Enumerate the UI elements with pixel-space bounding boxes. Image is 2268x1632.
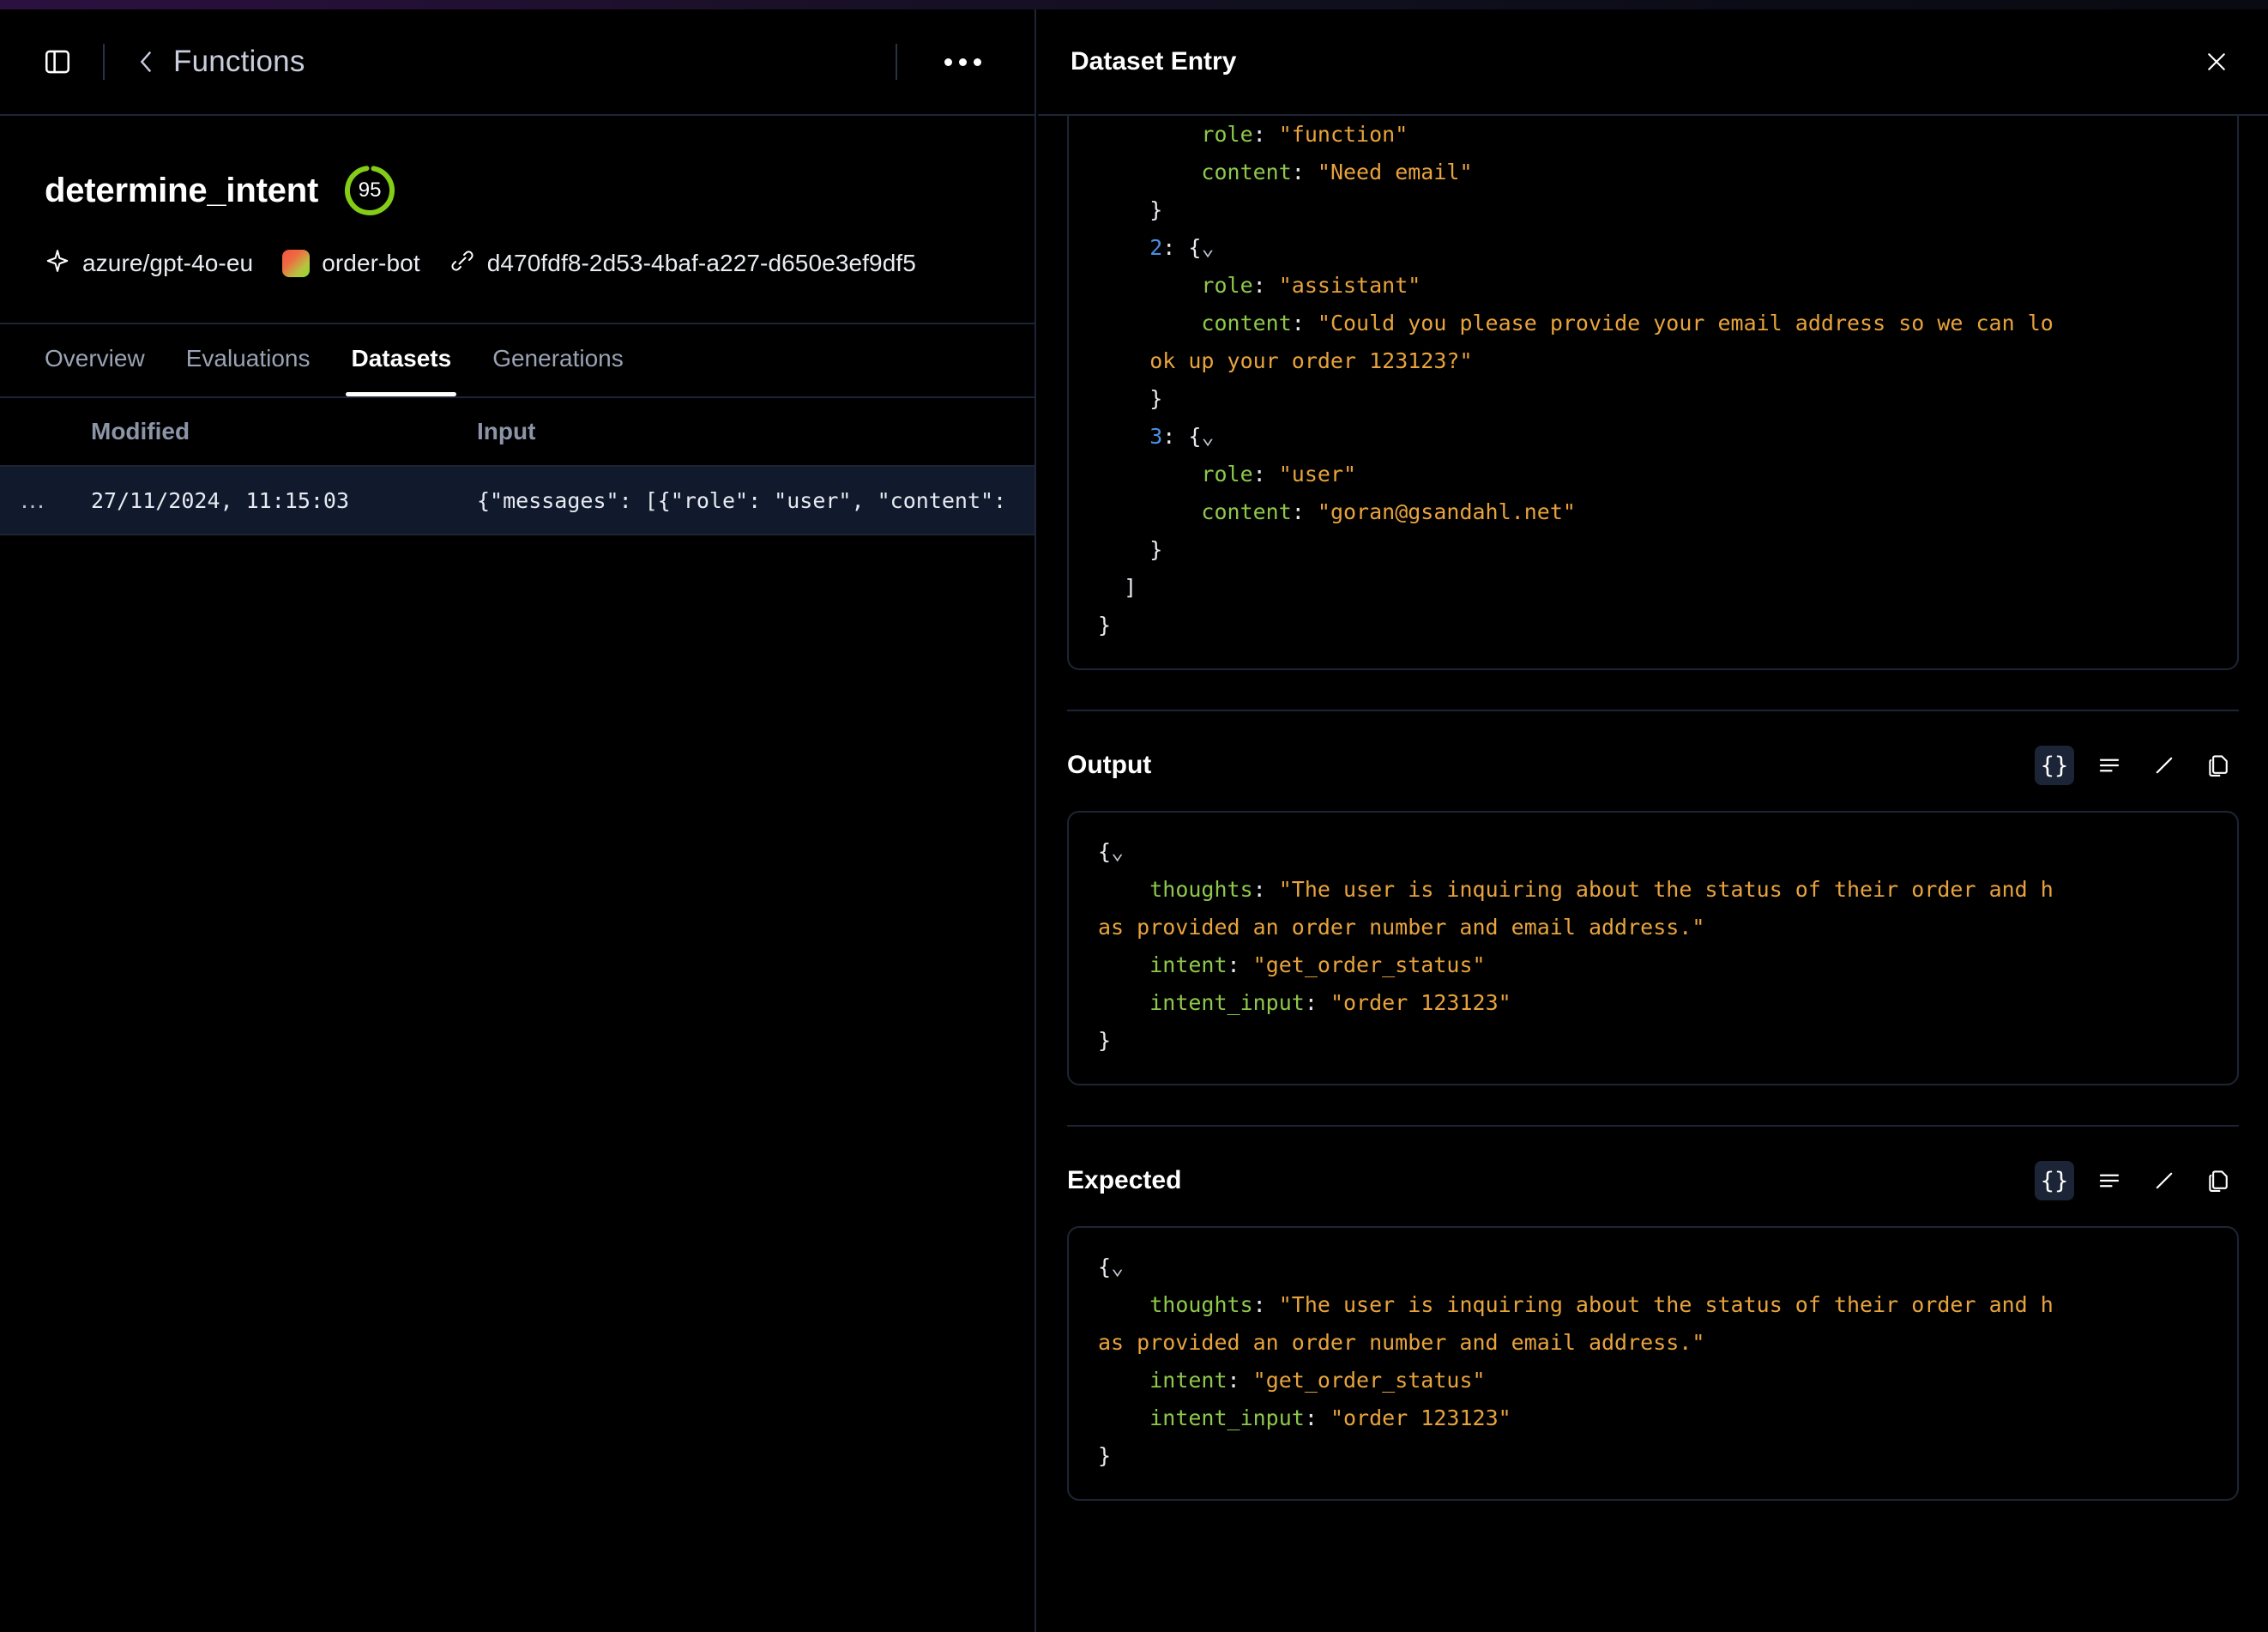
code-line: }	[1149, 197, 1163, 222]
expected-section-header: Expected {}	[1067, 1161, 2239, 1226]
expected-section: Expected {} {⌄ thoughts: "The user is in…	[1067, 1127, 2239, 1501]
dataset-entry-panel: Dataset Entry role: "function" content: …	[1038, 9, 2268, 1632]
code-line: thoughts: "The user is inquiring about t…	[1149, 1292, 2054, 1317]
toolbar-right-group	[896, 40, 1034, 83]
function-title-row: determine_intent 95	[45, 164, 1034, 217]
text-view-icon[interactable]	[2090, 746, 2129, 785]
code-line: content: "Could you please provide your …	[1201, 311, 2054, 335]
tab-datasets[interactable]: Datasets	[346, 345, 456, 396]
json-view-icon[interactable]: {}	[2035, 746, 2074, 785]
code-line: }	[1098, 1443, 1112, 1468]
cell-modified: 27/11/2024, 11:15:03	[91, 487, 350, 513]
code-line: intent_input: "order 123123"	[1149, 990, 1511, 1015]
output-code-block[interactable]: {⌄ thoughts: "The user is inquiring abou…	[1067, 811, 2239, 1085]
tab-generations[interactable]: Generations	[492, 345, 624, 396]
ellipsis-icon[interactable]	[932, 40, 993, 83]
code-line: role: "assistant"	[1201, 273, 1421, 298]
meta-bot[interactable]: order-bot	[282, 249, 420, 277]
code-line: content: "goran@gsandahl.net"	[1201, 499, 1576, 524]
back-button[interactable]	[136, 47, 158, 76]
toolbar-divider-right	[896, 44, 897, 80]
output-section: Output {} {⌄ thoughts: "The user is inqu…	[1067, 711, 2239, 1085]
top-toolbar: Functions	[0, 9, 1034, 116]
code-line: thoughts: "The user is inquiring about t…	[1149, 877, 2054, 902]
meta-id[interactable]: d470fdf8-2d53-4baf-a227-d650e3ef9df5	[449, 248, 916, 278]
code-line: role: "function"	[1201, 122, 1408, 147]
column-header-modified[interactable]: Modified	[67, 418, 461, 445]
breadcrumb[interactable]: Functions	[173, 45, 305, 79]
score-ring: 95	[343, 164, 396, 217]
page-title: determine_intent	[45, 171, 319, 209]
tab-overview[interactable]: Overview	[45, 345, 145, 396]
function-header: determine_intent 95 azure/gpt-4o-eu orde…	[0, 116, 1034, 324]
edit-pencil-icon[interactable]	[2144, 1161, 2184, 1200]
panel-header: Dataset Entry	[1038, 9, 2268, 116]
column-header-input[interactable]: Input	[461, 418, 1034, 445]
code-line: intent_input: "order 123123"	[1149, 1405, 1511, 1430]
link-icon	[449, 248, 475, 278]
toolbar-divider	[103, 44, 105, 80]
output-section-header: Output {}	[1067, 746, 2239, 811]
code-line: }	[1149, 386, 1163, 411]
expected-tools: {}	[2035, 1161, 2239, 1200]
code-line: ]	[1124, 575, 1137, 600]
meta-model-label: azure/gpt-4o-eu	[82, 249, 254, 276]
output-tools: {}	[2035, 746, 2239, 785]
code-line: }	[1149, 537, 1163, 562]
code-line: content: "Need email"	[1201, 160, 1473, 184]
code-line: {⌄	[1098, 1254, 1125, 1279]
input-code-block[interactable]: role: "function" content: "Need email" }…	[1067, 116, 2239, 670]
sparkle-icon	[45, 248, 70, 278]
cell-input: {"messages": [{"role": "user", "content"…	[477, 487, 1007, 513]
code-line: 2: {⌄	[1149, 235, 1215, 260]
close-icon[interactable]	[2196, 41, 2237, 82]
tab-bar: Overview Evaluations Datasets Generation…	[0, 324, 1034, 398]
json-view-icon[interactable]: {}	[2035, 1161, 2074, 1200]
code-line: role: "user"	[1201, 462, 1357, 487]
meta-id-label: d470fdf8-2d53-4baf-a227-d650e3ef9df5	[486, 249, 916, 276]
expected-code-block[interactable]: {⌄ thoughts: "The user is inquiring abou…	[1067, 1226, 2239, 1501]
table-row[interactable]: … 27/11/2024, 11:15:03 {"messages": [{"r…	[0, 467, 1034, 535]
edit-pencil-icon[interactable]	[2144, 746, 2184, 785]
code-line: {⌄	[1098, 839, 1125, 864]
bot-avatar-icon	[282, 249, 311, 277]
row-menu-icon[interactable]: …	[0, 486, 67, 515]
code-line: ok up your order 123123?"	[1149, 348, 1473, 373]
sidebar-panel-icon[interactable]	[41, 45, 74, 78]
copy-icon[interactable]	[2199, 1161, 2239, 1200]
main-content-pane: Functions determine_intent 95 azure/gpt-…	[0, 9, 1036, 1632]
tab-evaluations[interactable]: Evaluations	[186, 345, 311, 396]
text-view-icon[interactable]	[2090, 1161, 2129, 1200]
code-line: 3: {⌄	[1149, 424, 1215, 449]
code-line: as provided an order number and email ad…	[1098, 915, 1705, 940]
code-line: intent: "get_order_status"	[1149, 1368, 1486, 1393]
table-header: Modified Input	[0, 398, 1034, 467]
code-line: }	[1098, 1028, 1112, 1053]
function-meta-row: azure/gpt-4o-eu order-bot d470fdf8-2d53-…	[45, 248, 1034, 278]
code-line: as provided an order number and email ad…	[1098, 1330, 1705, 1355]
meta-bot-label: order-bot	[322, 249, 420, 276]
expected-title: Expected	[1067, 1166, 1182, 1194]
output-title: Output	[1067, 751, 1152, 779]
code-line: }	[1098, 613, 1112, 638]
browser-chrome-strip	[0, 0, 2268, 9]
meta-model[interactable]: azure/gpt-4o-eu	[45, 248, 253, 278]
panel-body: role: "function" content: "Need email" }…	[1038, 116, 2268, 1501]
copy-icon[interactable]	[2199, 746, 2239, 785]
score-value: 95	[358, 178, 382, 202]
code-line: intent: "get_order_status"	[1149, 952, 1486, 977]
panel-title: Dataset Entry	[1071, 47, 1237, 76]
